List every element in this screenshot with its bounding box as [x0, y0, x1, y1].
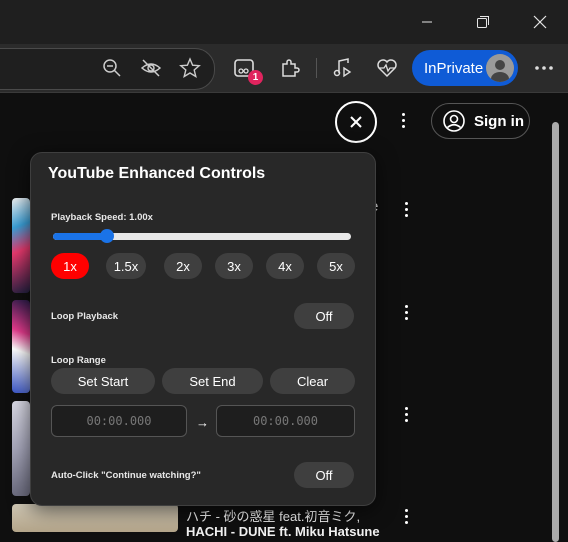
- browser-essentials-button[interactable]: [375, 56, 399, 80]
- user-icon: [443, 110, 465, 132]
- playback-speed-label: Playback Speed: 1.00x: [51, 212, 153, 223]
- speed-button-4x[interactable]: 4x: [266, 253, 304, 279]
- range-arrow: →: [196, 415, 209, 430]
- speed-button-1-5x[interactable]: 1.5x: [106, 253, 146, 279]
- video-menu-icon[interactable]: [403, 202, 409, 217]
- avatar: [486, 54, 514, 82]
- restore-icon: [477, 16, 489, 28]
- title-bar: [0, 0, 568, 44]
- set-start-button[interactable]: Set Start: [51, 368, 155, 394]
- more-horizontal-icon: [535, 66, 553, 70]
- auto-click-label: Auto-Click "Continue watching?": [51, 470, 201, 481]
- settings-menu-button[interactable]: [532, 56, 556, 80]
- inprivate-label: InPrivate: [424, 59, 484, 77]
- favorite-button[interactable]: [178, 56, 202, 80]
- playback-speed-slider[interactable]: [53, 229, 351, 243]
- heart-pulse-icon: [377, 59, 397, 78]
- clear-button[interactable]: Clear: [270, 368, 355, 394]
- scrollbar-thumb[interactable]: [552, 122, 559, 542]
- restore-button[interactable]: [468, 8, 498, 36]
- loop-range-label: Loop Range: [51, 355, 106, 366]
- slider-fill: [53, 233, 107, 240]
- close-icon: [533, 15, 547, 29]
- enhanced-controls-panel: YouTube Enhanced Controls Playback Speed…: [30, 152, 376, 506]
- star-icon: [179, 57, 201, 78]
- tracking-prevention-button[interactable]: [139, 56, 163, 80]
- sign-in-button[interactable]: Sign in: [431, 103, 530, 139]
- minimize-button[interactable]: [412, 8, 442, 36]
- music-note-icon: [333, 58, 352, 78]
- extensions-button[interactable]: [278, 56, 302, 80]
- loop-playback-label: Loop Playback: [51, 311, 119, 322]
- video-title[interactable]: ハチ - 砂の惑星 feat.初音ミク,: [186, 506, 360, 525]
- sign-in-label: Sign in: [474, 112, 524, 130]
- extension-badge: 1: [248, 70, 263, 85]
- video-thumbnail[interactable]: [12, 401, 30, 496]
- set-end-button[interactable]: Set End: [162, 368, 263, 394]
- video-menu-icon[interactable]: [403, 509, 409, 524]
- video-thumbnail[interactable]: [12, 198, 30, 293]
- speed-button-1x[interactable]: 1x: [51, 253, 89, 279]
- loop-end-input[interactable]: 00:00.000: [216, 405, 355, 437]
- more-options-icon[interactable]: [400, 113, 406, 128]
- toolbar-separator: [316, 58, 317, 78]
- page-scrollbar[interactable]: [551, 100, 560, 542]
- video-thumbnail[interactable]: [12, 504, 178, 532]
- speed-presets: 1x 1.5x 2x 3x 4x 5x: [51, 253, 355, 279]
- slider-knob[interactable]: [99, 229, 114, 243]
- close-icon: [350, 116, 362, 128]
- zoom-out-icon: [103, 59, 121, 77]
- puzzle-icon: [282, 59, 300, 77]
- panel-title: YouTube Enhanced Controls: [48, 165, 266, 182]
- minimize-icon: [422, 21, 432, 23]
- zoom-out-button[interactable]: [100, 56, 124, 80]
- video-thumbnail[interactable]: [12, 300, 30, 393]
- speed-button-3x[interactable]: 3x: [215, 253, 253, 279]
- video-menu-icon[interactable]: [403, 305, 409, 320]
- speed-button-5x[interactable]: 5x: [317, 253, 355, 279]
- media-control-button[interactable]: [330, 56, 354, 80]
- speed-button-2x[interactable]: 2x: [164, 253, 202, 279]
- loop-playback-toggle[interactable]: Off: [294, 303, 354, 329]
- auto-click-toggle[interactable]: Off: [294, 462, 354, 488]
- close-player-button[interactable]: [335, 101, 377, 143]
- video-menu-icon[interactable]: [403, 407, 409, 422]
- window-close-button[interactable]: [525, 8, 555, 36]
- inprivate-button[interactable]: InPrivate: [412, 50, 518, 86]
- loop-start-input[interactable]: 00:00.000: [51, 405, 187, 437]
- eye-slash-icon: [140, 59, 162, 77]
